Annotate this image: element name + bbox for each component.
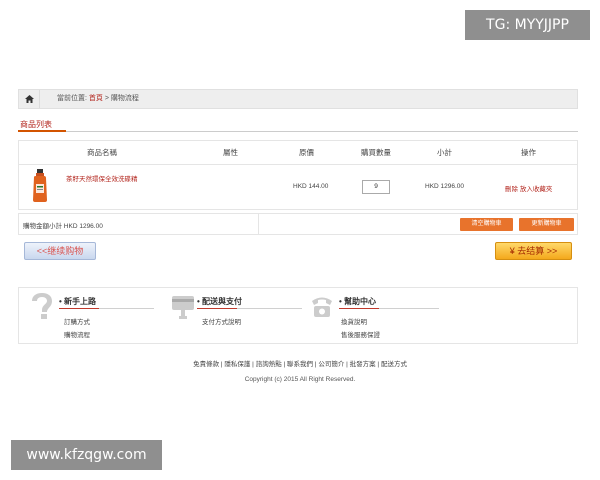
product-price: HKD 144.00 <box>293 183 329 190</box>
column-header-attributes: 屬性 <box>223 148 238 157</box>
watermark-bottom: www.kfzqgw.com <box>11 440 162 470</box>
question-icon <box>32 293 52 319</box>
help-column-delivery: • 配送與支付 支付方式說明 <box>169 288 309 343</box>
help-link-after-sales[interactable]: 售後服務保證 <box>341 329 380 339</box>
help-column-beginner: • 新手上路 訂購方式 購物流程 <box>19 288 169 343</box>
footer-link[interactable]: 公司簡介 <box>318 361 344 368</box>
column-header-price: 原價 <box>299 148 314 157</box>
breadcrumb-prefix: 當前位置: <box>57 95 87 102</box>
row-actions: 刪除 放入收藏夾 <box>505 183 552 193</box>
help-title-underline <box>339 308 439 309</box>
help-title-help-center: • 幫助中心 <box>339 297 377 306</box>
section-title: 商品列表 <box>20 120 52 129</box>
cart-summary: 購物金額小計 HKD 1296.00 清空購物車 更新購物車 <box>18 213 578 235</box>
cart-table: 商品名稱 屬性 原價 購買數量 小計 操作 茶籽天然環保全效洗碟精 HKD 14… <box>18 140 578 210</box>
help-link-exchange[interactable]: 換貨說明 <box>341 316 367 326</box>
divider <box>66 131 578 132</box>
table-header: 商品名稱 屬性 原價 購買數量 小計 操作 <box>19 141 577 165</box>
product-thumbnail[interactable] <box>31 169 49 203</box>
help-title-delivery: • 配送與支付 <box>197 297 243 306</box>
column-header-quantity: 購買數量 <box>361 148 391 157</box>
product-subtotal: HKD 1296.00 <box>425 183 465 190</box>
footer-link[interactable]: 批發方案 <box>350 361 376 368</box>
section-title-underline <box>18 130 66 132</box>
delivery-card-icon <box>172 296 194 319</box>
checkout-button[interactable]: ¥ 去结算 >> <box>495 242 572 260</box>
footer-link[interactable]: 諮詢熱點 <box>256 361 282 368</box>
breadcrumb-current: 購物流程 <box>110 95 139 102</box>
phone-icon <box>312 297 332 317</box>
product-name-link[interactable]: 茶籽天然環保全效洗碟精 <box>66 173 138 183</box>
copyright: Copyright (c) 2015 All Right Reserved. <box>244 376 356 383</box>
help-title-underline <box>59 308 154 309</box>
help-section: • 新手上路 訂購方式 購物流程 • 配送與支付 支付方式說明 • 幫助中心 換… <box>18 287 578 344</box>
breadcrumb-home-link[interactable]: 首頁 <box>89 95 103 102</box>
footer-link[interactable]: 聯系我們 <box>287 361 313 368</box>
breadcrumb: 當前位置: 首頁 > 購物流程 <box>18 89 578 109</box>
add-to-favorites-link[interactable]: 放入收藏夾 <box>520 186 553 193</box>
footer-link[interactable]: 隱私保護 <box>224 361 250 368</box>
column-header-actions: 操作 <box>521 148 536 157</box>
column-header-subtotal: 小計 <box>437 148 452 157</box>
footer-link[interactable]: 免責條款 <box>193 361 219 368</box>
help-link-shopping-process[interactable]: 購物流程 <box>64 329 90 339</box>
delete-link[interactable]: 刪除 <box>505 186 518 193</box>
breadcrumb-separator: > <box>104 95 109 102</box>
update-cart-button[interactable]: 更新購物車 <box>519 218 574 231</box>
footer-link[interactable]: 配送方式 <box>381 361 407 368</box>
help-title-underline <box>197 308 302 309</box>
quantity-input[interactable]: 9 <box>362 180 390 194</box>
help-title-beginner: • 新手上路 <box>59 297 97 306</box>
footer-links: 免責條款 | 隱私保護 | 諮詢熱點 | 聯系我們 | 公司簡介 | 批發方案 … <box>193 361 407 368</box>
continue-shopping-button[interactable]: <<继续购物 <box>24 242 96 260</box>
clear-cart-button[interactable]: 清空購物車 <box>460 218 513 231</box>
help-link-order-method[interactable]: 訂購方式 <box>64 316 90 326</box>
home-icon[interactable] <box>19 90 40 108</box>
divider <box>258 214 259 234</box>
column-header-name: 商品名稱 <box>87 148 117 157</box>
table-row: 茶籽天然環保全效洗碟精 HKD 144.00 9 HKD 1296.00 刪除 … <box>19 164 577 210</box>
cart-total-text: 購物金額小計 HKD 1296.00 <box>23 223 103 230</box>
help-link-payment-methods[interactable]: 支付方式說明 <box>202 316 241 326</box>
help-column-help-center: • 幫助中心 換貨說明 售後服務保證 <box>309 288 579 343</box>
watermark-top: TG: MYYJJPP <box>465 10 590 40</box>
